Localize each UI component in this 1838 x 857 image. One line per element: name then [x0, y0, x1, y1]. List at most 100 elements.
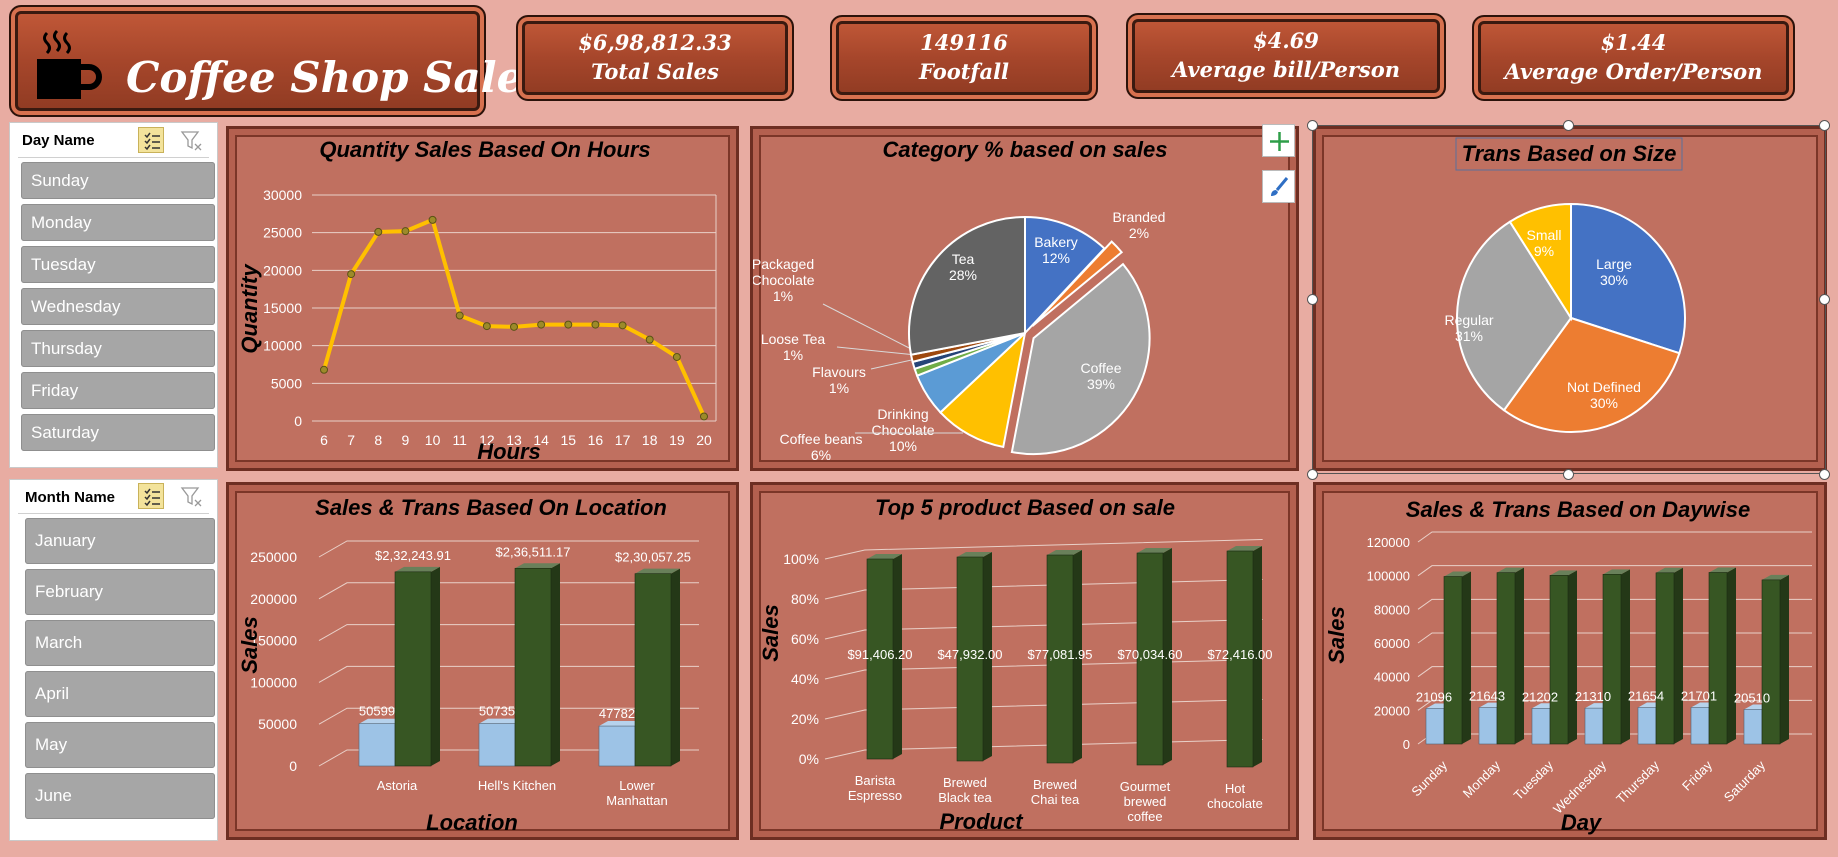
bar-sales [1708, 572, 1728, 745]
leader-line [836, 346, 917, 356]
chart-styles-button[interactable] [1262, 170, 1295, 203]
x-tick-label: Hot chocolate [1207, 781, 1263, 811]
month-slicer: Month Name January February March April … [9, 479, 218, 841]
y-axis-title: Sales [1324, 606, 1349, 664]
chart-elements-button[interactable] [1262, 124, 1295, 157]
x-tick-label: Barista Espresso [848, 773, 902, 803]
y-tick-label: 100000 [1367, 569, 1410, 584]
y-tick-label: 20% [791, 711, 819, 727]
kpi-label: Total Sales [591, 59, 719, 84]
y-tick-label: 0 [1403, 737, 1410, 752]
slicer-item-thursday[interactable]: Thursday [21, 330, 215, 367]
clear-filter-icon[interactable] [180, 485, 204, 509]
y-tick-label: 10000 [263, 338, 302, 354]
slice-label: Tea 28% [949, 251, 977, 283]
y-tick-label: 20000 [1374, 703, 1410, 718]
slicer-item-monday[interactable]: Monday [21, 204, 215, 241]
resize-handle[interactable] [1307, 294, 1318, 305]
data-label: 50599 [359, 704, 395, 719]
data-label: $77,081.95 [1027, 647, 1092, 662]
kpi-label: Average bill/Person [1171, 57, 1401, 82]
x-tick-label: 19 [669, 432, 685, 448]
resize-handle[interactable] [1819, 469, 1830, 480]
x-tick-label: Monday [1460, 757, 1504, 801]
resize-handle[interactable] [1819, 120, 1830, 131]
data-point [672, 352, 681, 361]
data-point [645, 335, 654, 344]
bar-sales [514, 567, 552, 767]
kpi-value: $1.44 [1600, 30, 1667, 55]
bar-transactions [1743, 709, 1763, 745]
y-tick-label: 60000 [1374, 636, 1410, 651]
y-tick-label: 60% [791, 631, 819, 647]
slice-label: Loose Tea 1% [761, 331, 826, 363]
divider [18, 513, 209, 514]
bar-sales-side [1462, 571, 1471, 744]
x-tick-label: Lower Manhattan [606, 778, 667, 808]
slicer-item-tuesday[interactable]: Tuesday [21, 246, 215, 283]
kpi-value: 149116 [920, 30, 1008, 55]
location-bar-chart: Sales & Trans Based On Location 0 50000 100… [237, 495, 699, 835]
x-tick-label: 15 [560, 432, 576, 448]
bar-transactions [598, 725, 636, 767]
bar-transactions [1690, 707, 1710, 745]
data-label: 47782 [599, 706, 635, 721]
data-label: 50735 [479, 704, 515, 719]
slicer-item-february[interactable]: February [25, 569, 215, 615]
multi-select-icon[interactable] [138, 483, 164, 509]
slicer-item-saturday[interactable]: Saturday [21, 414, 215, 451]
pie-slice [908, 215, 1026, 356]
y-tick-label: 30000 [263, 187, 302, 203]
resize-handle[interactable] [1307, 469, 1318, 480]
bar-sales-side [1621, 569, 1630, 744]
data-label: $91,406.20 [847, 647, 912, 662]
multi-select-icon[interactable] [138, 127, 164, 153]
x-tick-label: 18 [642, 432, 658, 448]
x-tick-label: 11 [452, 432, 467, 448]
x-tick-label: Thursday [1613, 757, 1662, 806]
y-tick-label: 40% [791, 671, 819, 687]
selection-frame [1312, 125, 1826, 474]
data-point [482, 322, 491, 331]
resize-handle[interactable] [1563, 469, 1574, 480]
slicer-item-sunday[interactable]: Sunday [21, 162, 215, 199]
kpi-label: Footfall [918, 59, 1010, 84]
y-tick-label: 120000 [1367, 535, 1410, 550]
y-tick-label: 100% [783, 551, 819, 567]
resize-handle[interactable] [1563, 120, 1574, 131]
slicer-item-march[interactable]: March [25, 620, 215, 666]
x-axis-title: Day [1561, 810, 1603, 835]
slicer-item-friday[interactable]: Friday [21, 372, 215, 409]
resize-handle[interactable] [1819, 294, 1830, 305]
data-point [564, 320, 573, 329]
leader-line [822, 303, 916, 352]
data-label: $72,416.00 [1207, 647, 1272, 662]
kpi-total-sales: $6,98,812.33 Total Sales [516, 15, 794, 101]
clear-filter-icon[interactable] [180, 129, 204, 153]
data-label: 21643 [1469, 689, 1505, 704]
data-label: $47,932.00 [937, 647, 1002, 662]
slicer-item-april[interactable]: April [25, 671, 215, 717]
chart-sales-by-location: Sales & Trans Based On Location 0 50000 100… [226, 482, 739, 840]
slice-label: Drinking Chocolate 10% [871, 406, 934, 454]
x-tick-label: Sunday [1408, 757, 1450, 799]
slicer-item-january[interactable]: January [25, 518, 215, 564]
bar-sales [394, 571, 432, 767]
day-slicer: Day Name Sunday Monday Tuesday Wednesday… [9, 122, 218, 468]
slicer-item-june[interactable]: June [25, 773, 215, 819]
chart-title: Quantity Sales Based On Hours [319, 137, 650, 162]
kpi-value: $6,98,812.33 [578, 30, 732, 55]
data-label: $2,30,057.25 [615, 550, 691, 565]
y-tick-label: 25000 [263, 225, 302, 241]
y-tick-label: 5000 [271, 375, 302, 391]
bar-transactions [1531, 708, 1551, 745]
day-slicer-title: Day Name [22, 132, 95, 149]
x-tick-label: 10 [425, 432, 441, 448]
data-point [347, 270, 356, 279]
x-tick-label: 7 [347, 432, 355, 448]
slicer-item-wednesday[interactable]: Wednesday [21, 288, 215, 325]
slicer-item-may[interactable]: May [25, 722, 215, 768]
resize-handle[interactable] [1307, 120, 1318, 131]
x-tick-label: Brewed Black tea [938, 775, 992, 805]
month-slicer-title: Month Name [25, 489, 115, 506]
